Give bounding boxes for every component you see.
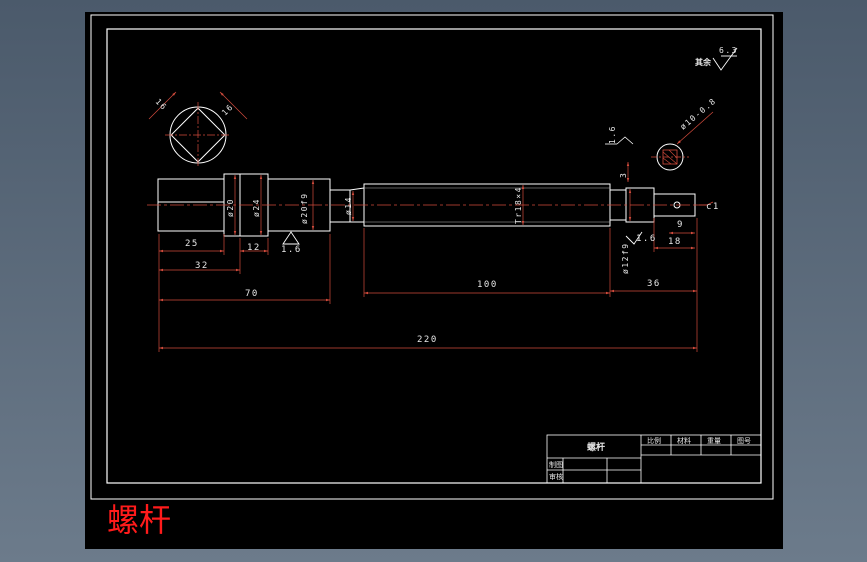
- drawing-caption: 螺杆: [107, 501, 172, 539]
- length-labels: 25 12 1.6 32 70 100 36 220 1.6 18 9 c1: [185, 202, 720, 345]
- keyway-section: [605, 111, 714, 182]
- title-col-material: 材料: [677, 436, 691, 445]
- title-col-drawing-no: 图号: [737, 437, 751, 445]
- dim-d24: ø24: [252, 198, 261, 217]
- dim-l18: 18: [668, 237, 682, 247]
- dim-l220: 220: [417, 335, 438, 345]
- section-width-label-b: 16: [220, 102, 235, 117]
- dim-l9: 9: [677, 220, 684, 230]
- surface-note-label: 其余: [695, 57, 712, 67]
- roughness-symbols: [282, 231, 643, 245]
- title-block: 螺杆 比例 材料 重量 图号 制图 审核: [546, 434, 762, 484]
- title-row-checked: 审核: [549, 472, 563, 481]
- dim-l70: 70: [245, 289, 259, 299]
- sheet-frame: [90, 14, 774, 500]
- dim-r16-right: 1.6: [636, 234, 657, 244]
- dim-chamfer: c1: [706, 202, 720, 212]
- dim-d20f9: ø20f9: [300, 192, 309, 224]
- dim-d20: ø20: [226, 198, 235, 217]
- dim-l100: 100: [477, 280, 498, 290]
- keyway-roughness-label: 1.6: [608, 125, 617, 144]
- dim-r16-left: 1.6: [281, 245, 302, 255]
- dim-l12: 12: [247, 243, 261, 253]
- surface-note-value: 6.3: [719, 46, 738, 55]
- title-col-scale: 比例: [647, 436, 661, 445]
- dim-l25: 25: [185, 239, 199, 249]
- keyway-diameter-label: ø10-0.8: [679, 96, 719, 131]
- drawing-viewport[interactable]: 16 16 ø20 ø24 ø20f9 ø14 Tr18×4 ø12f9 3 1…: [85, 12, 783, 549]
- dim-l32: 32: [195, 261, 209, 271]
- dim-thread: Tr18×4: [514, 186, 523, 224]
- dim-l36: 36: [647, 279, 661, 289]
- title-row-drawn: 制图: [549, 460, 563, 469]
- dim-d12f9: ø12f9: [621, 242, 630, 274]
- dim-d14: ø14: [344, 196, 353, 215]
- title-col-weight: 重量: [707, 437, 721, 445]
- keyway-depth-label: 3: [619, 172, 628, 178]
- shaft-drawing: 16 16 ø20 ø24 ø20f9 ø14 Tr18×4 ø12f9 3 1…: [90, 14, 774, 500]
- title-part-name: 螺杆: [587, 441, 605, 453]
- section-width-label-a: 16: [154, 97, 169, 112]
